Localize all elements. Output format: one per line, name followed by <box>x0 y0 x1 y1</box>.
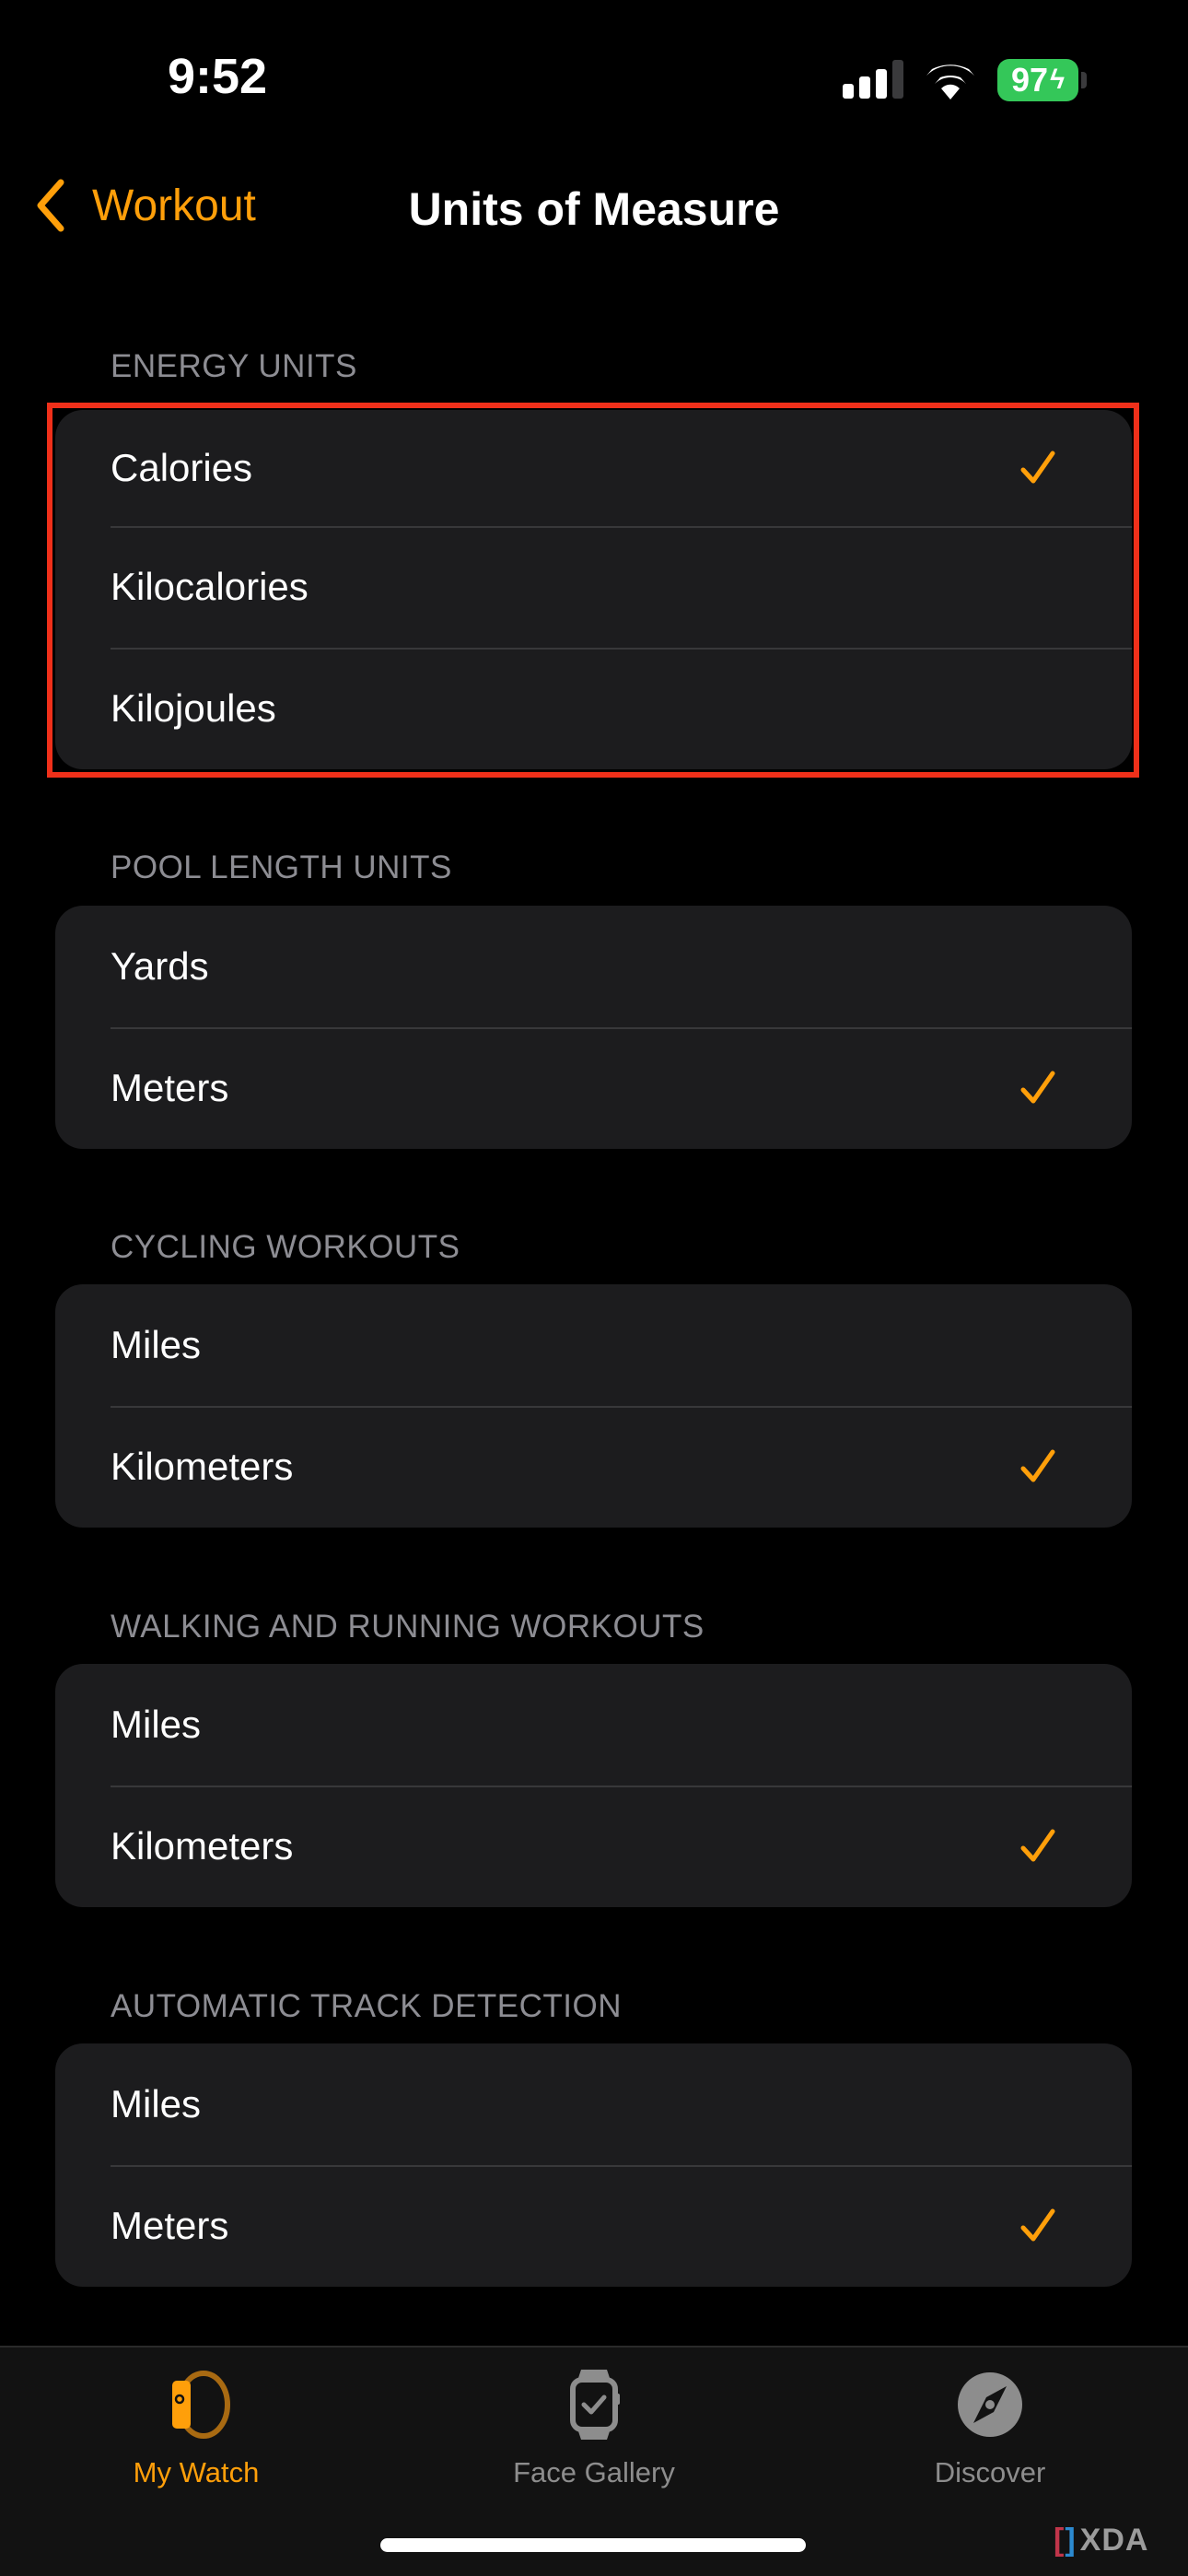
walking-running-workouts-group: Miles Kilometers <box>55 1664 1132 1907</box>
tab-label: Discover <box>934 2456 1046 2488</box>
checkmark-icon <box>1020 451 1055 484</box>
battery-nub <box>1081 72 1087 88</box>
option-label: Miles <box>111 2082 202 2125</box>
option-kilometers[interactable]: Kilometers <box>55 1406 1132 1528</box>
status-bar: 9:52 97 ϟ <box>0 0 1188 147</box>
watch-face-icon <box>570 2370 620 2440</box>
battery-percent: 97 <box>1011 61 1049 99</box>
option-kilocalories[interactable]: Kilocalories <box>55 526 1132 648</box>
energy-units-group: Calories Kilocalories Kilojoules <box>55 410 1132 769</box>
option-label: Miles <box>111 1703 202 1746</box>
page-title: Units of Measure <box>408 183 780 235</box>
option-kilometers[interactable]: Kilometers <box>55 1786 1132 1907</box>
option-label: Calories <box>111 446 253 489</box>
tab-label: My Watch <box>133 2456 260 2488</box>
option-miles[interactable]: Miles <box>55 2043 1132 2165</box>
watermark-text: XDA <box>1079 2523 1149 2558</box>
bolt-icon: ϟ <box>1050 64 1065 95</box>
option-label: Kilojoules <box>111 686 276 730</box>
option-yards[interactable]: Yards <box>55 906 1132 1027</box>
watch-side-icon <box>172 2371 230 2439</box>
option-label: Kilometers <box>111 1445 294 1488</box>
checkmark-icon <box>1020 1071 1055 1104</box>
option-miles[interactable]: Miles <box>55 1284 1132 1406</box>
tab-face-gallery[interactable]: Face Gallery <box>456 2368 732 2489</box>
option-label: Yards <box>111 944 209 988</box>
option-kilojoules[interactable]: Kilojoules <box>55 648 1132 769</box>
home-indicator[interactable] <box>380 2538 806 2552</box>
option-label: Meters <box>111 2204 229 2247</box>
section-header-energy-units: ENERGY UNITS <box>111 348 357 384</box>
xda-logo-icon: [ <box>1054 2523 1066 2558</box>
tab-my-watch[interactable]: My Watch <box>58 2368 334 2489</box>
option-miles[interactable]: Miles <box>55 1664 1132 1786</box>
tab-label: Face Gallery <box>513 2456 675 2488</box>
navigation-bar: Workout Units of Measure <box>0 166 1188 249</box>
option-meters[interactable]: Meters <box>55 2165 1132 2287</box>
checkmark-icon <box>1020 2208 1055 2242</box>
automatic-track-detection-group: Miles Meters <box>55 2043 1132 2287</box>
checkmark-icon <box>1020 1829 1055 1862</box>
xda-logo-icon-right: ] <box>1065 2523 1077 2558</box>
xda-watermark: [] XDA <box>1054 2523 1148 2558</box>
option-label: Kilometers <box>111 1824 294 1868</box>
option-meters[interactable]: Meters <box>55 1027 1132 1149</box>
section-header-walking-running-workouts: WALKING AND RUNNING WORKOUTS <box>111 1609 705 1645</box>
tab-discover[interactable]: Discover <box>852 2368 1128 2489</box>
checkmark-icon <box>1020 1449 1055 1482</box>
section-header-cycling-workouts: CYCLING WORKOUTS <box>111 1229 460 1265</box>
pool-length-units-group: Yards Meters <box>55 906 1132 1149</box>
cycling-workouts-group: Miles Kilometers <box>55 1284 1132 1528</box>
wifi-icon <box>926 64 974 100</box>
status-time: 9:52 <box>168 49 268 104</box>
section-header-automatic-track-detection: AUTOMATIC TRACK DETECTION <box>111 1988 623 2024</box>
option-label: Kilocalories <box>111 565 309 608</box>
compass-icon <box>958 2372 1022 2437</box>
battery-indicator: 97 ϟ <box>997 59 1078 101</box>
cellular-signal-icon <box>843 60 903 99</box>
option-label: Miles <box>111 1323 202 1366</box>
section-header-pool-length-units: POOL LENGTH UNITS <box>111 849 452 885</box>
option-calories[interactable]: Calories <box>55 410 1132 526</box>
option-label: Meters <box>111 1066 229 1109</box>
